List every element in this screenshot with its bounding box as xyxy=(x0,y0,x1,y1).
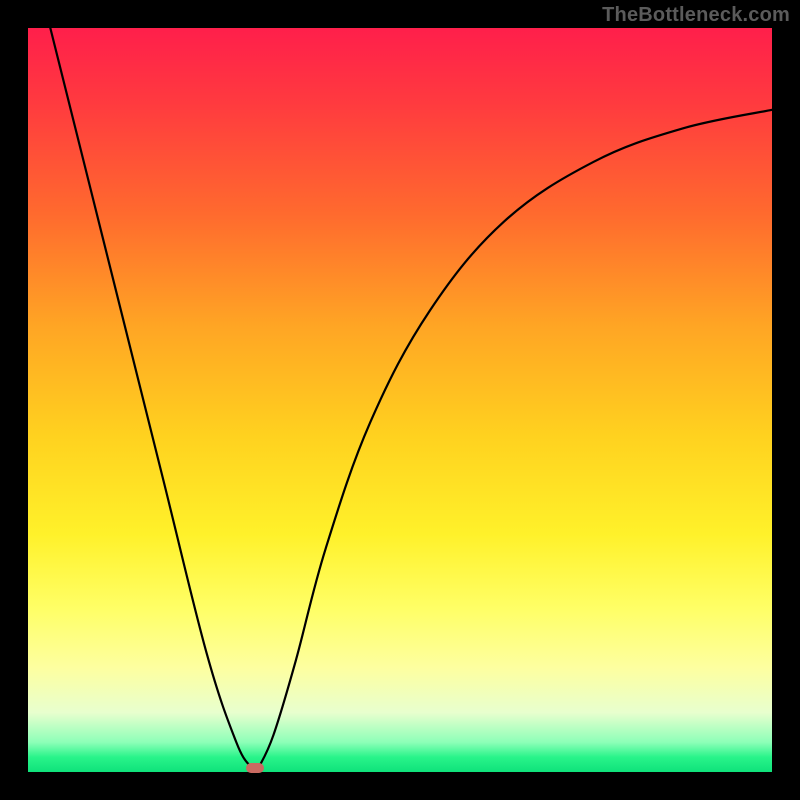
dip-marker xyxy=(246,763,264,773)
chart-stage: TheBottleneck.com xyxy=(0,0,800,800)
curve-path xyxy=(50,28,772,772)
curve-svg xyxy=(28,28,772,772)
watermark-text: TheBottleneck.com xyxy=(602,4,790,27)
plot-area xyxy=(28,28,772,772)
